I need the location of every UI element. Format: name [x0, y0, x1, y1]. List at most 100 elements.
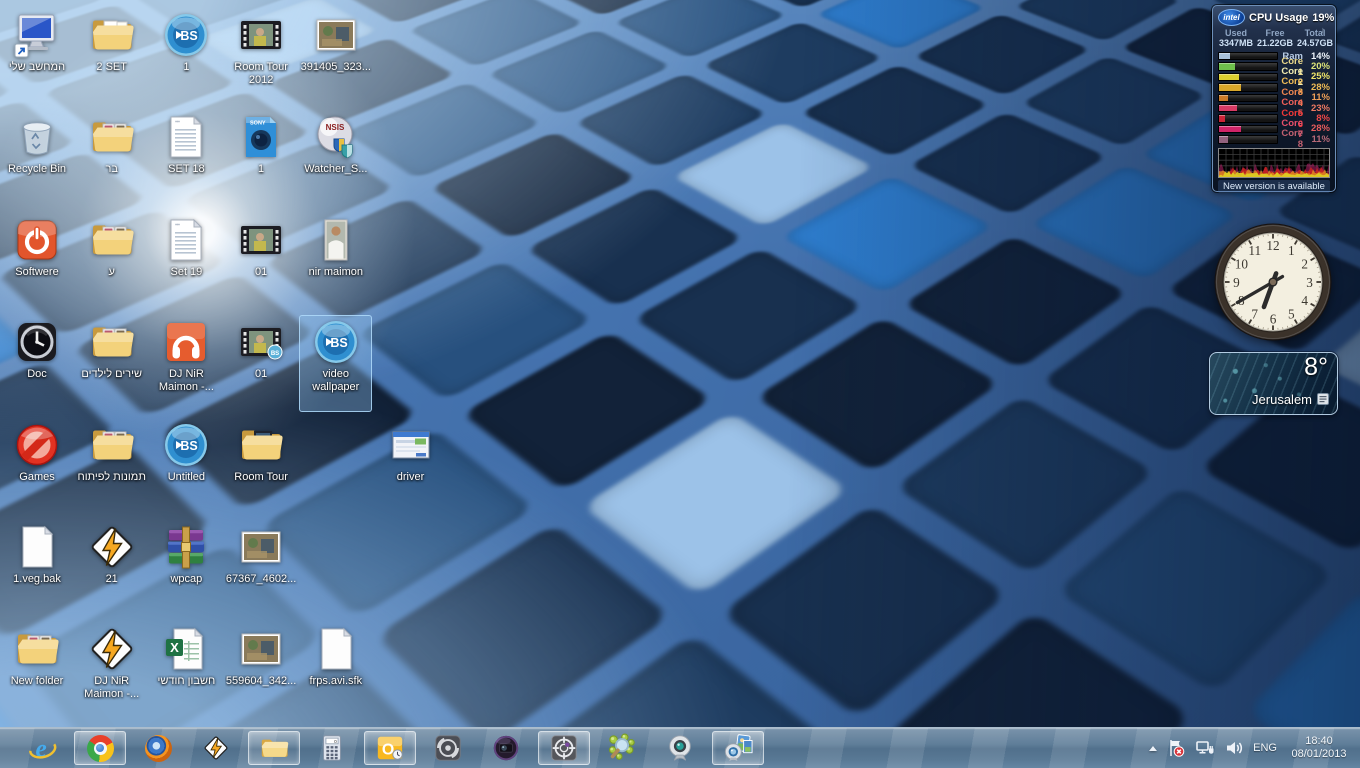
taskbar-clock[interactable]: 18:40 08/01/2013 — [1286, 735, 1352, 761]
taskbar-button-photo-webcam-app[interactable] — [712, 731, 764, 765]
desktop-icon-excel[interactable]: X חשבון חודשי — [150, 622, 223, 719]
taskbar-button-windows-explorer[interactable] — [248, 731, 300, 765]
desktop-icon-01[interactable]: 01 — [225, 213, 298, 310]
video-icon — [237, 11, 285, 59]
cpu-meter-bar — [1218, 73, 1278, 82]
show-hidden-icons-button[interactable] — [1149, 746, 1157, 751]
malware-search-icon — [607, 733, 637, 763]
winamp-icon — [201, 733, 231, 763]
svg-text:7: 7 — [1251, 306, 1258, 321]
computer-icon — [13, 11, 61, 59]
desktop-icon-01[interactable]: BS 01 — [225, 315, 298, 412]
folder-photo-icon — [13, 625, 61, 673]
taskbar-button-malware-search[interactable] — [596, 731, 648, 765]
weather-menu-icon[interactable] — [1317, 393, 1329, 405]
svg-text:X: X — [171, 640, 180, 655]
taskbar[interactable]: e 0 O — [0, 727, 1360, 768]
taskbar-button-calculator[interactable]: 0 — [306, 731, 358, 765]
desktop-icon-label: Room Tour — [225, 471, 298, 484]
desktop-icon-67367-4602[interactable]: 67367_4602... — [225, 520, 298, 617]
cpu-meter-row: Ram 14% — [1218, 51, 1330, 61]
svg-text:4: 4 — [1301, 293, 1308, 308]
desktop-icon-set-18[interactable]: SET 18 — [150, 110, 223, 207]
taskbar-button-media-app[interactable] — [422, 731, 474, 765]
taskbar-button-webcam-viewer[interactable] — [480, 731, 532, 765]
taskbar-button-internet-explorer[interactable]: e — [16, 731, 68, 765]
desktop-icon-watcher-s[interactable]: NSIS Watcher_S... — [299, 110, 372, 207]
svg-text:12: 12 — [1266, 238, 1279, 253]
winrar-icon — [162, 523, 210, 571]
cpu-meter-percent: 28% — [1303, 82, 1330, 93]
desktop-icon-1[interactable]: SONY 1 — [225, 110, 298, 207]
desktop-icon-folder-photo[interactable]: תמונות לפיתוח — [75, 418, 148, 515]
desktop-icon-1-veg-bak[interactable]: 1.veg.bak — [1, 520, 74, 617]
desktop-icon-room-tour[interactable]: Room Tour — [225, 418, 298, 515]
desktop-icon-label: Doc — [1, 368, 74, 381]
taskbar-button-outlook[interactable]: O — [364, 731, 416, 765]
taskbar-button-winamp[interactable] — [190, 731, 242, 765]
desktop-icon-folder-photo[interactable]: ע — [75, 213, 148, 310]
window-icon — [387, 421, 435, 469]
desktop-icon-label: המחשב שלי — [1, 61, 74, 74]
desktop-icon-dj-nir-maimon[interactable]: DJ NiR Maimon -... — [75, 622, 148, 719]
internet-explorer-icon: e — [27, 733, 57, 763]
cpu-meter-row: Core 4 11% — [1218, 93, 1330, 103]
desktop-icon-untitled[interactable]: BS Untitled — [150, 418, 223, 515]
bsplayer-icon: BS — [312, 318, 360, 366]
desktop-icon-559604-342[interactable]: 559604_342... — [225, 622, 298, 719]
volume-icon[interactable] — [1224, 738, 1244, 758]
desktop-icon-computer[interactable]: המחשב שלי — [1, 8, 74, 105]
cpu-total-percent: 19% — [1312, 12, 1334, 24]
webcam-app-icon — [665, 733, 695, 763]
cpu-meter-bar — [1218, 135, 1278, 144]
desktop-icon-set-19[interactable]: Set 19 — [150, 213, 223, 310]
cpu-meter-percent: 11% — [1303, 134, 1330, 145]
desktop-icon-wpcap[interactable]: wpcap — [150, 520, 223, 617]
taskbar-button-capture-tool[interactable] — [538, 731, 590, 765]
desktop-icon-room-tour-2012[interactable]: Room Tour 2012 — [225, 8, 298, 105]
desktop-icon-2-set[interactable]: ★ 2 SET — [75, 8, 148, 105]
photo-icon — [312, 11, 360, 59]
weather-gadget[interactable]: 8° Jerusalem — [1209, 352, 1338, 415]
cpu-meter-bar — [1218, 83, 1278, 92]
recycle-icon — [13, 113, 61, 161]
taskbar-button-chrome[interactable] — [74, 731, 126, 765]
cpu-meter-percent: 28% — [1303, 123, 1330, 134]
taskbar-button-webcam-app[interactable] — [654, 731, 706, 765]
analog-clock-gadget[interactable]: 121234567891011 — [1209, 218, 1337, 346]
desktop-icon-391405-323[interactable]: 391405_323... — [299, 8, 372, 105]
desktop-icon-folder-photo[interactable]: שירים לילדים — [75, 315, 148, 412]
taskbar-button-firefox[interactable] — [132, 731, 184, 765]
desktop-icon-label: 2 SET — [75, 61, 148, 74]
cpu-meter-row: Core 3 28% — [1218, 82, 1330, 92]
desktop-icon-recycle-bin[interactable]: Recycle Bin — [1, 110, 74, 207]
desktop-icon-games[interactable]: Games — [1, 418, 74, 515]
desktop-icon-1[interactable]: BS 1 — [150, 8, 223, 105]
desktop-icon-frps-avi-sfk[interactable]: frps.avi.sfk — [299, 622, 372, 719]
memory-col-used: Used — [1218, 28, 1254, 38]
textdoc-icon — [162, 113, 210, 161]
desktop-icon-label: SET 18 — [150, 163, 223, 176]
desktop-icon-new-folder[interactable]: New folder — [1, 622, 74, 719]
network-icon[interactable] — [1195, 738, 1215, 758]
desktop-icon-label: 01 — [225, 368, 298, 381]
desktop-icon-dj-nir-maimon[interactable]: DJ NiR Maimon -... — [150, 315, 223, 412]
svg-text:5: 5 — [1288, 306, 1295, 321]
cpu-gadget-update-link[interactable]: New version is available — [1218, 180, 1330, 193]
desktop-icon-doc[interactable]: Doc — [1, 315, 74, 412]
cpu-core-meter-list: Ram 14% Core 1 20% Core 2 25% Core 3 28%… — [1218, 51, 1330, 145]
desktop-icon-video-wallpaper[interactable]: BS video wallpaper — [299, 315, 372, 412]
desktop-icon-label: 1 — [150, 61, 223, 74]
svg-text:BS: BS — [271, 351, 279, 357]
desktop-icon-softwere[interactable]: Softwere — [1, 213, 74, 310]
language-indicator[interactable]: ENG — [1253, 742, 1277, 754]
desktop-icon-label: Recycle Bin — [1, 163, 74, 176]
desktop-icon-21[interactable]: 21 — [75, 520, 148, 617]
cpu-usage-gadget[interactable]: intel CPU Usage 19% ♪ Used Free Total 33… — [1212, 5, 1336, 192]
desktop-icon-driver[interactable]: driver — [374, 418, 447, 515]
desktop-icon-nir-maimon[interactable]: nir maimon — [299, 213, 372, 310]
desktop-icon-folder-photo[interactable]: בר — [75, 110, 148, 207]
intel-logo-icon: intel — [1218, 9, 1245, 26]
action-center-flag-icon[interactable] — [1166, 738, 1186, 758]
outlook-icon: O — [375, 733, 405, 763]
